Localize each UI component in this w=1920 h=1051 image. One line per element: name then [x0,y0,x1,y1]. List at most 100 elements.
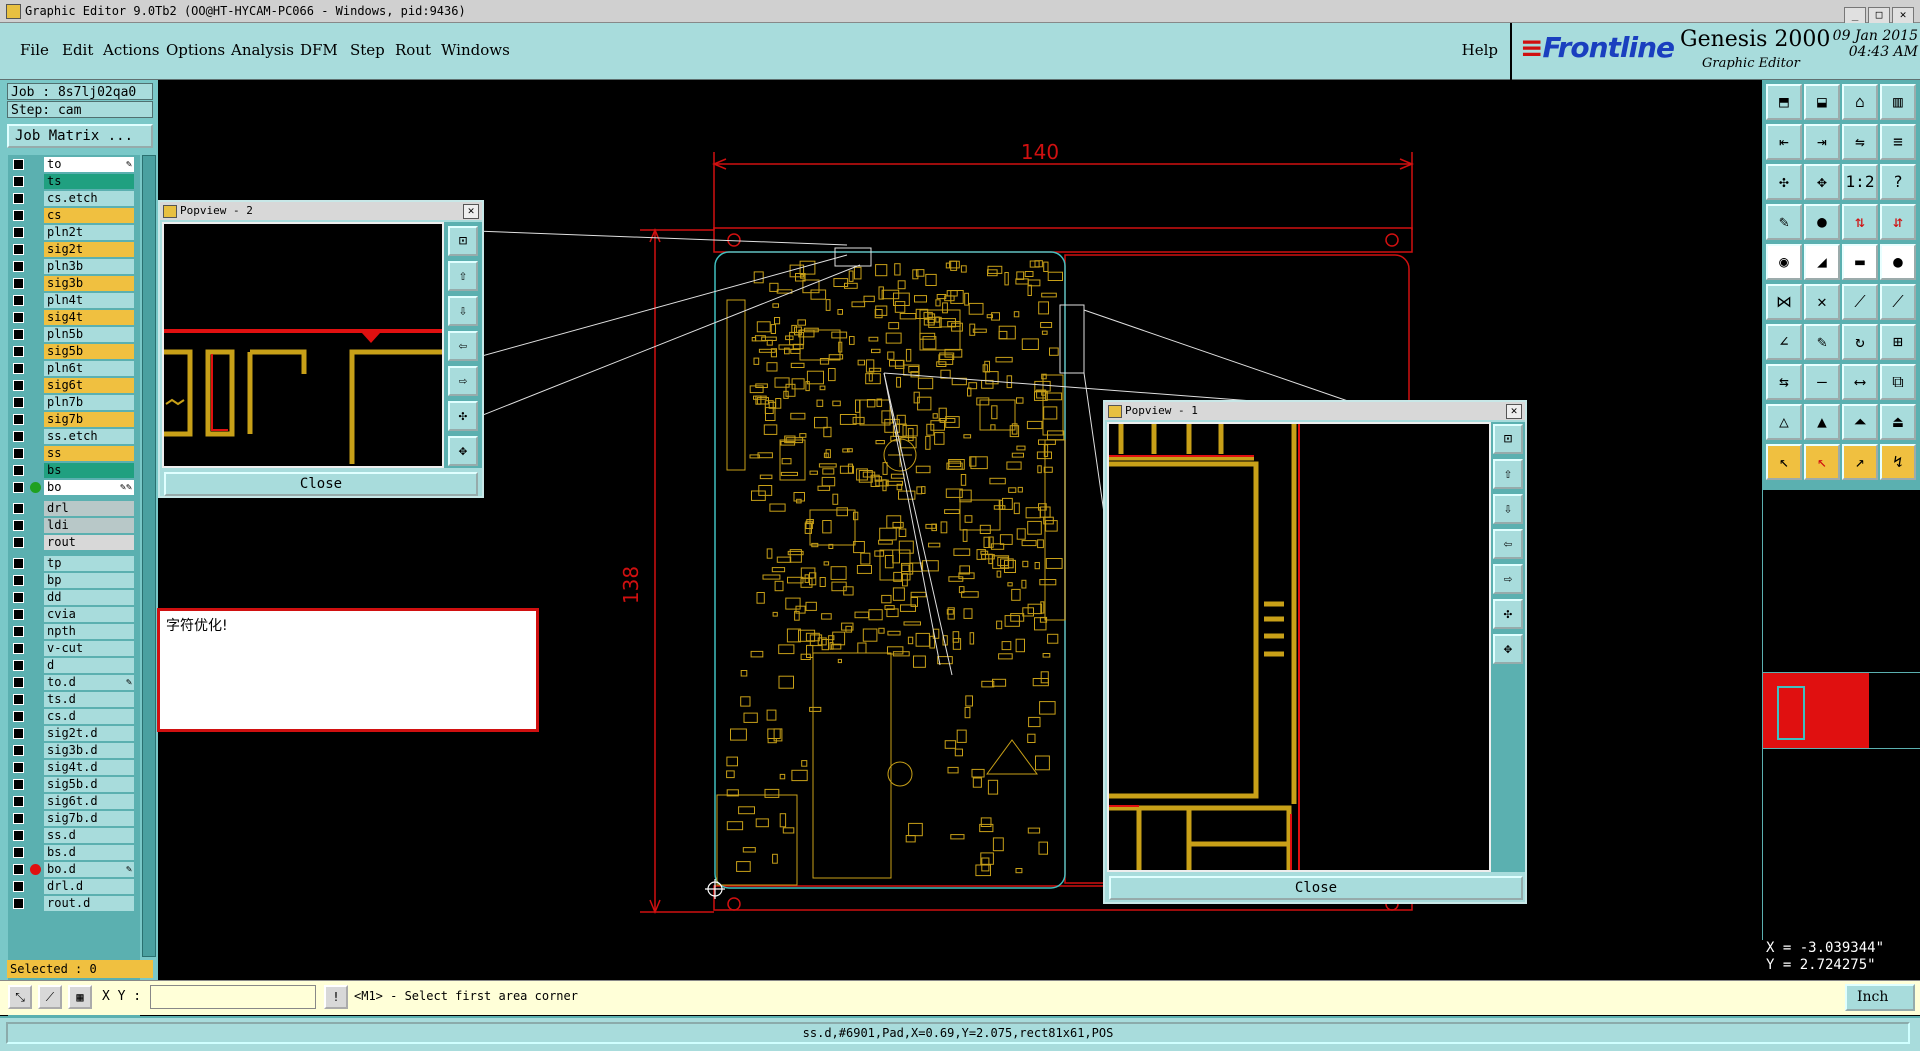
layer-name[interactable]: ss.etch [44,429,134,444]
layer-checkbox[interactable] [13,694,24,705]
layer-row-sig5b[interactable]: sig5b [8,344,140,359]
layer-name[interactable]: bs.d [44,845,134,860]
layer-name[interactable]: sig7b [44,412,134,427]
layer-name[interactable]: sig7b.d [44,811,134,826]
layer-row-pln7b[interactable]: pln7b [8,395,140,410]
layer-row-sig4t[interactable]: sig4t [8,310,140,325]
layer-checkbox[interactable] [13,864,24,875]
home-icon[interactable]: ⌂ [1842,84,1878,120]
popview-1-zoom-home-button[interactable]: ⊡ [1493,424,1523,454]
layer-checkbox[interactable] [13,159,24,170]
layer-name[interactable]: rout.d [44,896,134,911]
query-icon[interactable]: ? [1880,164,1916,200]
layer-name[interactable]: ldi [44,518,134,533]
split-line-icon[interactable]: ⟋ [1842,284,1878,320]
layer-name[interactable]: sig6t.d [44,794,134,809]
layer-row-d[interactable]: d [8,658,140,673]
layer-row-sig6t-d[interactable]: sig6t.d [8,794,140,809]
layer-row-cs-d[interactable]: cs.d [8,709,140,724]
layer-checkbox[interactable] [13,847,24,858]
layer-name[interactable]: sig2t.d [44,726,134,741]
layer-checkbox[interactable] [13,796,24,807]
layer-name[interactable]: cs.d [44,709,134,724]
layer-row-npth[interactable]: npth [8,624,140,639]
layer-checkbox[interactable] [13,677,24,688]
layer-name[interactable]: ss.d [44,828,134,843]
net-select-icon[interactable]: ⇵ [1880,204,1916,240]
layer-checkbox[interactable] [13,278,24,289]
layer-name[interactable]: sig5b [44,344,134,359]
layer-row-sig2t[interactable]: sig2t [8,242,140,257]
popview-1-zoom-out-button[interactable]: ✥ [1493,634,1523,664]
layer-checkbox[interactable] [13,558,24,569]
layer-name[interactable]: pln5b [44,327,134,342]
layer-name[interactable]: v-cut [44,641,134,656]
layer-row-cvia[interactable]: cvia [8,607,140,622]
layer-checkbox[interactable] [13,830,24,841]
snap-cursor-icon[interactable]: ✎ [1766,204,1802,240]
popview-1-pan-down-button[interactable]: ⇩ [1493,494,1523,524]
layer-row-ldi[interactable]: ldi [8,518,140,533]
menu-options[interactable]: Options [166,41,225,59]
layer-name[interactable]: sig5b.d [44,777,134,792]
layer-row-sig2t-d[interactable]: sig2t.d [8,726,140,741]
pan-left-icon[interactable]: ⇤ [1766,124,1802,160]
menu-dfm[interactable]: DFM [300,41,338,59]
layer-row-sig3b-d[interactable]: sig3b.d [8,743,140,758]
scale-1-2-icon[interactable]: 1:2 [1842,164,1878,200]
pencil-icon[interactable]: ✎ [1804,324,1840,360]
layer-checkbox[interactable] [13,626,24,637]
popview-2-zoom-home-button[interactable]: ⊡ [448,226,478,256]
layer-checkbox[interactable] [13,592,24,603]
layer-name[interactable]: sig6t [44,378,134,393]
layer-name[interactable]: pln2t [44,225,134,240]
link-icon[interactable]: ⟋ [1880,284,1916,320]
layer-name[interactable]: sig2t [44,242,134,257]
layer-name[interactable]: ts.d [44,692,134,707]
layer-checkbox[interactable] [13,898,24,909]
layer-checkbox[interactable] [13,414,24,425]
layer-checkbox[interactable] [13,537,24,548]
layer-name[interactable]: bp [44,573,134,588]
pan-right-icon[interactable]: ⇥ [1804,124,1840,160]
bottom-view-icon[interactable]: ⬓ [1804,84,1840,120]
split-view-icon[interactable]: ▥ [1880,84,1916,120]
layer-checkbox[interactable] [13,244,24,255]
layer-row-cs[interactable]: cs [8,208,140,223]
layer-name[interactable]: to.d [44,675,134,690]
mirror-icon[interactable]: ⇋ [1842,124,1878,160]
layer-row-drl[interactable]: drl [8,501,140,516]
layer-row-sig7b[interactable]: sig7b [8,412,140,427]
cross-icon[interactable]: ✕ [1804,284,1840,320]
line-draw-icon[interactable]: ∠ [1766,324,1802,360]
layer-name[interactable]: bo.d [44,862,134,877]
measure-tool-icon[interactable]: ▬ [1842,244,1878,280]
layer-checkbox[interactable] [13,762,24,773]
popview-2-zoom-out-button[interactable]: ✥ [448,436,478,466]
layer-name[interactable]: sig4t [44,310,134,325]
layer-row-bs[interactable]: bs [8,463,140,478]
layer-checkbox[interactable] [13,465,24,476]
layer-row-rout[interactable]: rout [8,535,140,550]
layer-row-ss[interactable]: ss [8,446,140,461]
popview-1-pan-up-button[interactable]: ⇧ [1493,459,1523,489]
layer-name[interactable]: sig3b [44,276,134,291]
layer-list-scrollbar[interactable] [142,155,156,957]
grid-icon[interactable]: ▦ [68,985,92,1009]
menu-windows[interactable]: Windows [441,41,510,59]
popview-2-pan-up-button[interactable]: ⇧ [448,261,478,291]
layer-checkbox[interactable] [13,431,24,442]
menu-edit[interactable]: Edit [62,41,93,59]
popview-2-close-icon[interactable]: ✕ [463,204,479,219]
measure-icon[interactable]: ⟋ [38,985,62,1009]
menu-analysis[interactable]: Analysis [231,41,294,59]
layer-checkbox[interactable] [13,176,24,187]
triangle-b-icon[interactable]: ▲ [1804,404,1840,440]
layer-checkbox[interactable] [13,520,24,531]
layer-checkbox[interactable] [13,609,24,620]
layer-row-bo[interactable]: bo ✎✎ [8,480,140,495]
xy-input[interactable] [150,985,316,1009]
menu-help[interactable]: Help [1462,41,1498,59]
layer-row-v-cut[interactable]: v-cut [8,641,140,656]
layer-row-sig3b[interactable]: sig3b [8,276,140,291]
